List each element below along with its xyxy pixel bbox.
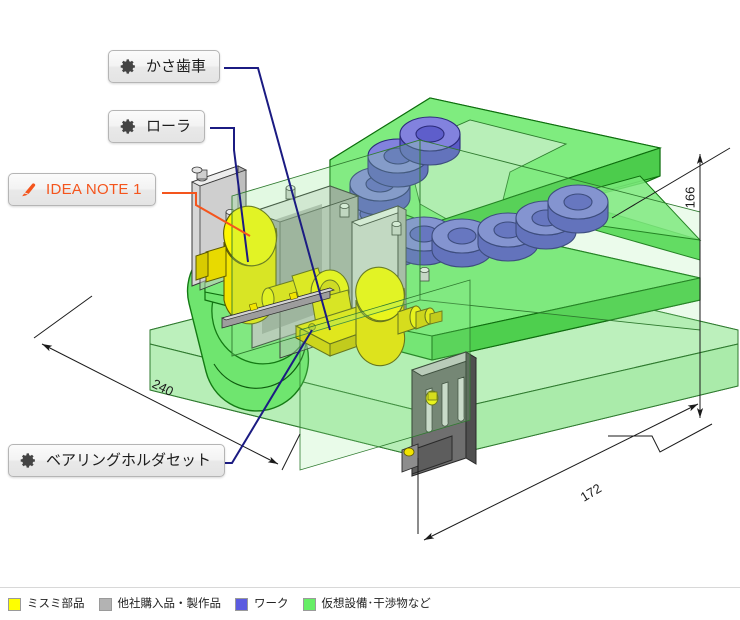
color-legend: ミスミ部品 他社購入品・製作品 ワーク 仮想設備･干渉物など [0,587,740,620]
legend-item-misumi: ミスミ部品 [8,596,85,611]
callout-label: IDEA NOTE 1 [46,181,142,198]
legend-item-work: ワーク [235,596,289,611]
legend-label: 他社購入品・製作品 [117,596,222,611]
legend-swatch [98,597,112,611]
callout-label: ベアリングホルダセット [46,451,212,469]
pencil-icon [22,183,36,197]
gear-icon [120,119,135,134]
legend-item-purchased: 他社購入品・製作品 [98,596,222,611]
legend-swatch [235,597,248,611]
callout-roller[interactable]: ローラ [108,110,206,143]
legend-swatch [302,597,316,611]
legend-swatch [8,597,21,611]
gear-icon [120,59,135,74]
drawing-canvas: かさ歯車 ローラ IDEA NOTE 1 ベアリングホルダセット 166 240… [0,0,740,620]
callout-bevel-gear[interactable]: かさ歯車 [108,50,221,83]
legend-label: ワーク [254,596,289,611]
legend-label: ミスミ部品 [27,596,85,611]
callout-idea-note[interactable]: IDEA NOTE 1 [8,173,156,206]
assembly-3d-view [33,67,739,541]
dimension-value-166: 166 [682,186,698,209]
callout-label: ローラ [146,117,192,135]
legend-label: 仮想設備･干渉物など [321,596,431,611]
callout-bearing-holder-set[interactable]: ベアリングホルダセット [8,444,226,477]
gear-icon [20,453,35,468]
callout-label: かさ歯車 [146,57,207,75]
legend-item-virtual: 仮想設備･干渉物など [302,596,431,611]
